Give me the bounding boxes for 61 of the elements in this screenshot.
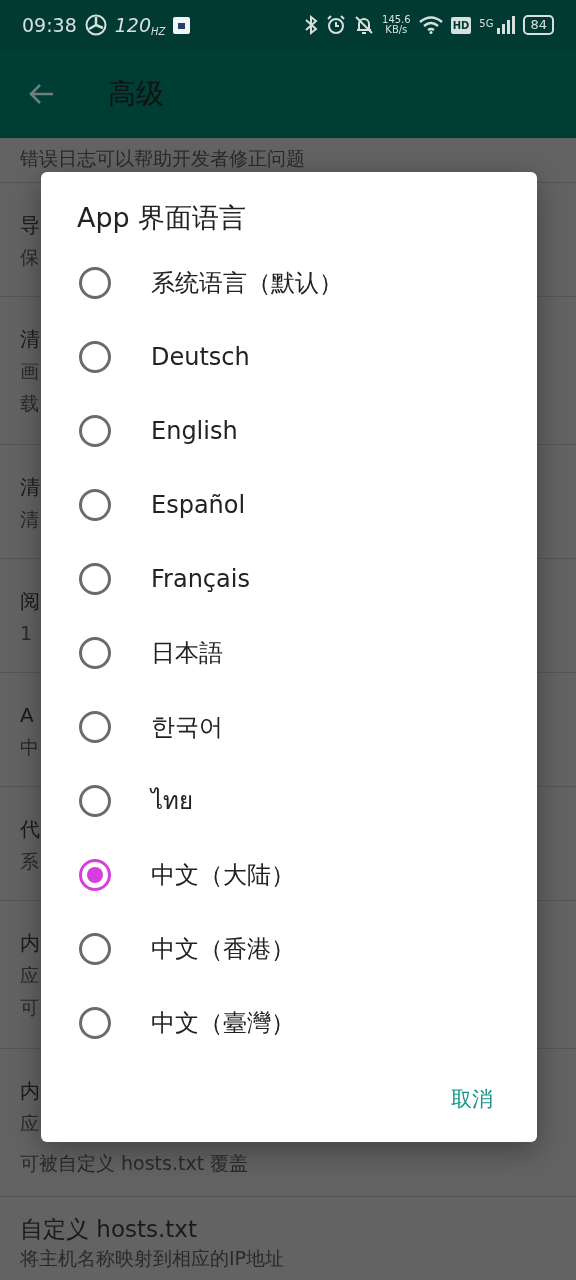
language-option[interactable]: English <box>41 394 537 469</box>
option-label: Español <box>151 490 246 522</box>
option-label: 中文（香港） <box>151 934 295 966</box>
language-option[interactable]: 日本語 <box>41 616 537 691</box>
muted-bell-icon <box>354 15 374 35</box>
language-option[interactable]: 中文（大陆） <box>41 838 537 913</box>
option-label: Français <box>151 564 250 596</box>
setting-description: 应 <box>20 1111 39 1136</box>
option-label: ไทย <box>151 786 193 818</box>
clock-text: 09:38 <box>22 12 77 38</box>
setting-title: 内 <box>20 1078 40 1105</box>
refresh-rate-text: 120 <box>114 12 152 38</box>
language-option[interactable]: Español <box>41 468 537 543</box>
wifi-icon <box>418 16 443 34</box>
language-option[interactable]: 한국어 <box>41 690 537 765</box>
radio-button[interactable] <box>79 489 111 522</box>
option-label: Deutsch <box>151 342 250 374</box>
radio-button[interactable] <box>79 415 111 448</box>
setting-title: 导 <box>20 212 40 239</box>
setting-title: 阅 <box>20 588 40 615</box>
signal-icon <box>497 16 516 34</box>
option-label: 한국어 <box>151 712 223 744</box>
speed-text: 145.6 <box>382 14 411 25</box>
language-option[interactable]: 系统语言（默认） <box>41 246 537 321</box>
option-label: 中文（大陆） <box>151 860 295 892</box>
language-option[interactable]: ไทย <box>41 764 537 839</box>
language-option[interactable]: 中文（香港） <box>41 912 537 987</box>
bluetooth-icon <box>304 15 318 35</box>
battery-indicator: 84 <box>523 15 554 35</box>
radio-button[interactable] <box>79 1007 111 1040</box>
radio-button[interactable] <box>79 341 111 374</box>
speed-unit-text: KB/s <box>384 25 409 36</box>
language-option[interactable]: Français <box>41 542 537 617</box>
app-icon <box>173 16 191 34</box>
hd-badge: HD <box>450 16 472 34</box>
radio-button[interactable] <box>79 785 111 818</box>
radio-button[interactable] <box>79 637 111 670</box>
dialog-title: App 界面语言 <box>76 202 248 235</box>
setting-title: 自定义 hosts.txt <box>20 1215 197 1244</box>
setting-title: 清 <box>20 326 40 353</box>
radio-button[interactable] <box>79 563 111 596</box>
setting-title: A <box>20 702 34 729</box>
back-arrow-icon[interactable] <box>28 83 54 105</box>
radio-button[interactable] <box>79 711 111 744</box>
cancel-button[interactable]: 取消 <box>441 1078 503 1122</box>
radio-button[interactable] <box>79 267 111 300</box>
network-type-text: 5G <box>479 17 494 31</box>
option-label: 日本語 <box>151 638 223 670</box>
refresh-unit-text: HZ <box>151 26 166 40</box>
language-option[interactable]: 中文（臺灣） <box>41 986 537 1061</box>
setting-title: 代 <box>20 816 40 843</box>
option-label: 中文（臺灣） <box>151 1008 295 1040</box>
radio-button[interactable] <box>79 933 111 966</box>
fan-icon <box>84 14 107 36</box>
option-label: English <box>151 416 238 448</box>
alarm-icon <box>326 15 346 35</box>
language-option[interactable]: Deutsch <box>41 320 537 395</box>
radio-button[interactable] <box>79 859 111 892</box>
option-label: 系统语言（默认） <box>151 268 343 300</box>
setting-title: 清 <box>20 474 40 501</box>
setting-title: 内 <box>20 930 40 957</box>
